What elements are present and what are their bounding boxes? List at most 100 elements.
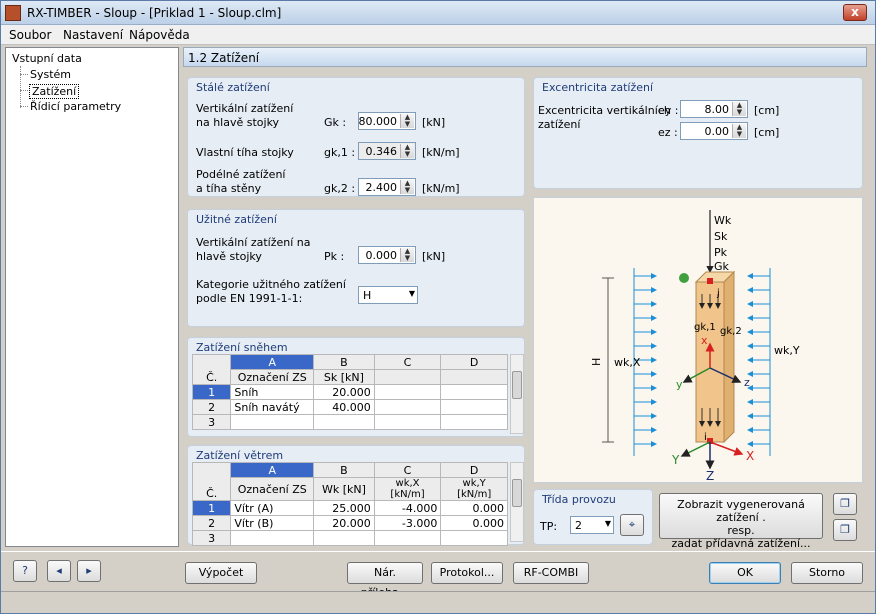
label-global-x: X xyxy=(746,449,754,463)
wind-loads-title: Zatížení větrem xyxy=(196,449,284,462)
cell-name[interactable] xyxy=(230,414,315,430)
next-icon[interactable]: ▸ xyxy=(77,560,101,582)
calculate-button[interactable]: Výpočet xyxy=(185,562,257,584)
load-point-marker xyxy=(679,273,689,283)
gk-label-2: na hlavě stojky xyxy=(196,116,280,129)
ey-symbol: ey : xyxy=(658,104,679,117)
cell-empty[interactable] xyxy=(373,399,442,415)
table-row[interactable]: 1 Vítr (A) 25.000 -4.000 0.000 xyxy=(191,500,508,516)
cell-wkx[interactable] xyxy=(373,530,442,546)
scroll-thumb[interactable] xyxy=(512,371,522,399)
spin-arrows-icon[interactable]: ▲ ▼ xyxy=(400,114,414,128)
wind-col-letter: B xyxy=(313,462,375,478)
paste-loads-button[interactable]: ❐ xyxy=(833,519,857,541)
row-number[interactable]: 3 xyxy=(191,414,232,430)
cell-value[interactable]: 40.000 xyxy=(313,399,375,415)
cell-empty[interactable] xyxy=(373,414,442,430)
national-annex-button[interactable]: Nár. příloha... xyxy=(347,562,423,599)
row-number[interactable]: 2 xyxy=(191,515,232,531)
cell-wk[interactable]: 25.000 xyxy=(313,500,375,516)
cell-name[interactable] xyxy=(230,530,315,546)
service-class-title: Třída provozu xyxy=(542,493,616,506)
wind-col-header: wk,Y [kN/m] xyxy=(440,477,508,501)
row-number[interactable]: 2 xyxy=(191,399,232,415)
copy-loads-button[interactable]: ❐ xyxy=(833,493,857,515)
cell-empty[interactable] xyxy=(373,384,442,400)
category-select[interactable]: H ▼ xyxy=(358,286,418,304)
wind-col-letter: A xyxy=(230,462,315,478)
spin-arrows-icon[interactable]: ▲ ▼ xyxy=(732,102,746,116)
cell-wky[interactable]: 0.000 xyxy=(440,500,508,516)
ez-input[interactable]: 0.00 ▲ ▼ xyxy=(680,122,748,140)
row-number[interactable]: 1 xyxy=(191,500,232,516)
table-row[interactable]: 2 Sníh navátý 40.000 xyxy=(191,399,508,415)
menu-napoveda[interactable]: Nápověda xyxy=(129,28,190,42)
help-icon[interactable]: ? xyxy=(13,560,37,582)
tree-item-system[interactable]: Systém xyxy=(30,68,71,81)
show-generated-loads-button[interactable]: Zobrazit vygenerovaná zatížení . resp. z… xyxy=(659,493,823,550)
imposed-loads-title: Užitné zatížení xyxy=(196,213,277,226)
tree-item-control-params[interactable]: Řídicí parametry xyxy=(30,100,121,113)
window-title: RX-TIMBER - Sloup - [Priklad 1 - Sloup.c… xyxy=(27,6,282,20)
spin-arrows-icon[interactable]: ▲ ▼ xyxy=(400,180,414,194)
cell-name[interactable]: Vítr (B) xyxy=(230,515,315,531)
cell-wkx[interactable]: -4.000 xyxy=(373,500,442,516)
row-number[interactable]: 1 xyxy=(191,384,232,400)
service-class-info-button[interactable]: ⌖ xyxy=(620,514,644,536)
cell-wk[interactable]: 20.000 xyxy=(313,515,375,531)
wind-col-header: Wk [kN] xyxy=(313,477,375,501)
gk2-symbol: gk,2 : xyxy=(324,182,356,195)
ey-input[interactable]: 8.00 ▲ ▼ xyxy=(680,100,748,118)
rf-combi-button[interactable]: RF-COMBI xyxy=(513,562,589,584)
ez-value: 0.00 xyxy=(704,125,730,138)
table-row[interactable]: 2 Vítr (B) 20.000 -3.000 0.000 xyxy=(191,515,508,531)
pk-symbol: Pk : xyxy=(324,250,345,263)
service-class-select[interactable]: 2 ▼ xyxy=(570,516,614,534)
imposed-loads-panel: Užitné zatížení Vertikální zatížení na h… xyxy=(187,209,525,327)
ok-button[interactable]: OK xyxy=(709,562,781,584)
ez-symbol: ez : xyxy=(658,126,678,139)
menu-nastaveni[interactable]: Nastavení xyxy=(63,28,123,42)
previous-icon[interactable]: ◂ xyxy=(47,560,71,582)
table-row[interactable]: 1 Sníh 20.000 xyxy=(191,384,508,400)
cell-name[interactable]: Vítr (A) xyxy=(230,500,315,516)
table-row[interactable]: 3 xyxy=(191,414,508,430)
cell-value[interactable]: 20.000 xyxy=(313,384,375,400)
service-class-panel: Třída provozu TP: 2 ▼ ⌖ xyxy=(533,489,653,545)
scroll-thumb[interactable] xyxy=(512,479,522,507)
gk-input[interactable]: 80.000 ▲ ▼ xyxy=(358,112,416,130)
cell-wky[interactable]: 0.000 xyxy=(440,515,508,531)
wind-scrollbar[interactable] xyxy=(510,462,524,542)
top-node-marker xyxy=(707,278,713,284)
post-side-face xyxy=(723,270,735,444)
spin-arrows-icon[interactable]: ▲ ▼ xyxy=(400,248,414,262)
row-number[interactable]: 3 xyxy=(191,530,232,546)
pk-input[interactable]: 0.000 ▲ ▼ xyxy=(358,246,416,264)
spin-arrows-icon[interactable]: ▲ ▼ xyxy=(732,124,746,138)
cell-empty[interactable] xyxy=(440,399,508,415)
cell-name[interactable]: Sníh navátý xyxy=(230,399,315,415)
cell-value[interactable] xyxy=(313,414,375,430)
snow-scrollbar[interactable] xyxy=(510,354,524,434)
cell-empty[interactable] xyxy=(440,414,508,430)
cell-name[interactable]: Sníh xyxy=(230,384,315,400)
cell-empty[interactable] xyxy=(440,384,508,400)
tree-connector xyxy=(20,90,28,91)
title-bar: RX-TIMBER - Sloup - [Priklad 1 - Sloup.c… xyxy=(1,1,875,25)
tree-item-loads[interactable]: Zatížení xyxy=(29,84,80,99)
gk1-input: 0.346 ▲ ▼ xyxy=(358,142,416,160)
gk2-input[interactable]: 2.400 ▲ ▼ xyxy=(358,178,416,196)
tree-root[interactable]: Vstupní data xyxy=(12,52,82,65)
menu-soubor[interactable]: Soubor xyxy=(9,28,51,42)
cell-wkx[interactable]: -3.000 xyxy=(373,515,442,531)
label-gk1: gk,1 xyxy=(694,322,716,333)
footer-bar: ? ◂ ▸ Výpočet Nár. příloha... Protokol..… xyxy=(1,551,875,599)
close-button[interactable]: x xyxy=(843,4,867,21)
cell-wky[interactable] xyxy=(440,530,508,546)
cell-wk[interactable] xyxy=(313,530,375,546)
cancel-button[interactable]: Storno xyxy=(791,562,863,584)
table-row[interactable]: 3 xyxy=(191,530,508,546)
section-header: 1.2 Zatížení xyxy=(183,47,867,67)
label-sk: Sk xyxy=(714,230,728,243)
protocol-button[interactable]: Protokol... xyxy=(431,562,503,584)
